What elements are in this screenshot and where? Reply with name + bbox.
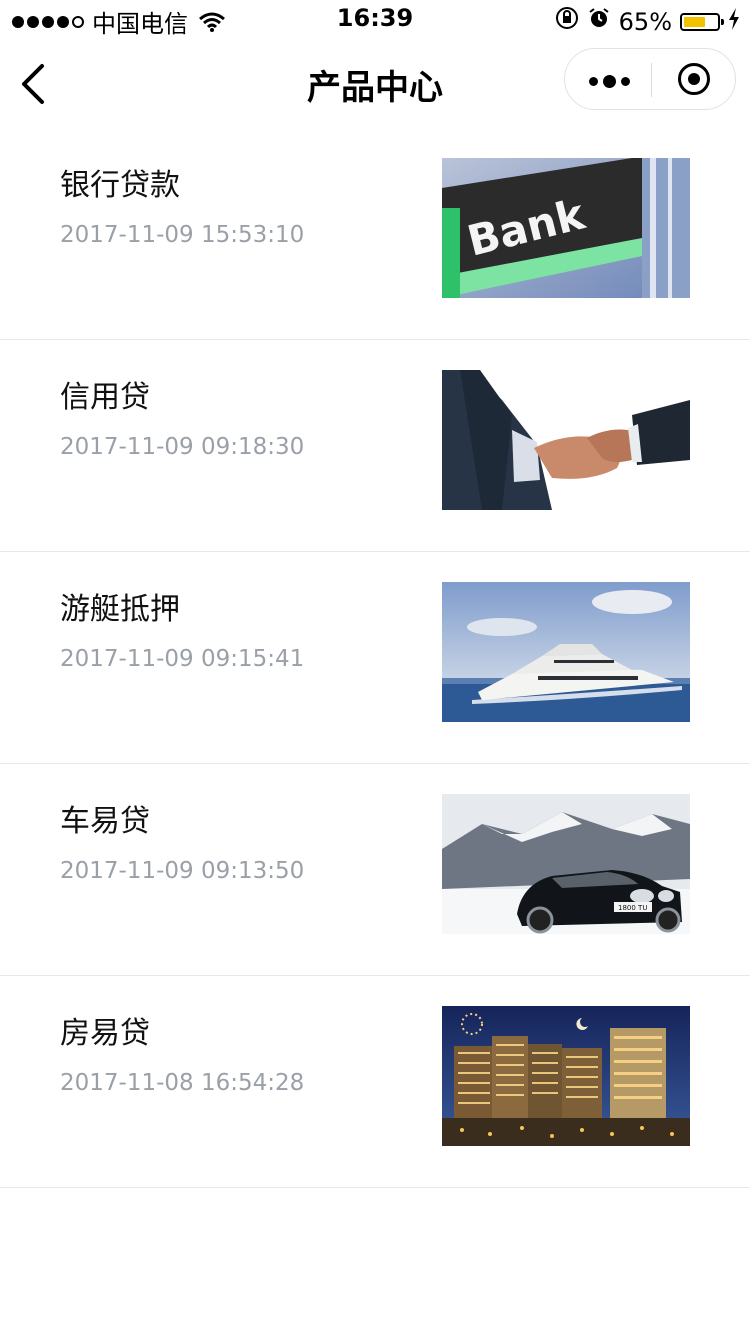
- close-home-button[interactable]: [652, 49, 736, 109]
- item-title: 银行贷款: [60, 168, 180, 203]
- item-timestamp: 2017-11-09 09:15:41: [60, 646, 305, 672]
- item-timestamp: 2017-11-09 15:53:10: [60, 222, 305, 248]
- nav-bar: 产品中心: [0, 40, 750, 128]
- bank-sign-thumbnail: Bank: [442, 158, 690, 298]
- orientation-lock-icon: [555, 6, 579, 37]
- status-right: 65%: [555, 6, 740, 37]
- item-timestamp: 2017-11-09 09:18:30: [60, 434, 305, 460]
- battery-percent: 65%: [618, 7, 672, 36]
- product-list: 银行贷款 2017-11-09 15:53:10 Bank 信用贷 2017-1…: [0, 128, 750, 1188]
- item-title: 信用贷: [60, 380, 150, 415]
- handshake-thumbnail: [442, 370, 690, 510]
- list-item[interactable]: 银行贷款 2017-11-09 15:53:10 Bank: [0, 128, 750, 340]
- item-title: 游艇抵押: [60, 592, 180, 627]
- screen: 中国电信 16:39 65% 产品中心 银行贷款 2017-11-09 15:5…: [0, 0, 750, 1334]
- car-thumbnail: 1800 TU: [442, 794, 690, 934]
- item-title: 车易贷: [60, 804, 150, 839]
- list-item[interactable]: 信用贷 2017-11-09 09:18:30: [0, 340, 750, 552]
- list-item[interactable]: 车易贷 2017-11-09 09:13:50 1800 TU: [0, 764, 750, 976]
- item-timestamp: 2017-11-08 16:54:28: [60, 1070, 305, 1096]
- mini-program-capsule: [564, 48, 736, 110]
- license-plate-text: 1800 TU: [618, 904, 647, 912]
- buildings-night-thumbnail: [442, 1006, 690, 1146]
- item-title: 房易贷: [60, 1016, 150, 1051]
- alarm-icon: [587, 6, 611, 37]
- charging-bolt-icon: [728, 7, 740, 37]
- more-button[interactable]: [565, 49, 651, 109]
- target-icon: [678, 63, 710, 95]
- list-item[interactable]: 房易贷 2017-11-08 16:54:28: [0, 976, 750, 1188]
- status-bar: 中国电信 16:39 65%: [0, 0, 750, 40]
- list-item[interactable]: 游艇抵押 2017-11-09 09:15:41: [0, 552, 750, 764]
- item-timestamp: 2017-11-09 09:13:50: [60, 858, 305, 884]
- yacht-thumbnail: [442, 582, 690, 722]
- more-dots-icon: [589, 75, 630, 88]
- battery-icon: [680, 12, 724, 31]
